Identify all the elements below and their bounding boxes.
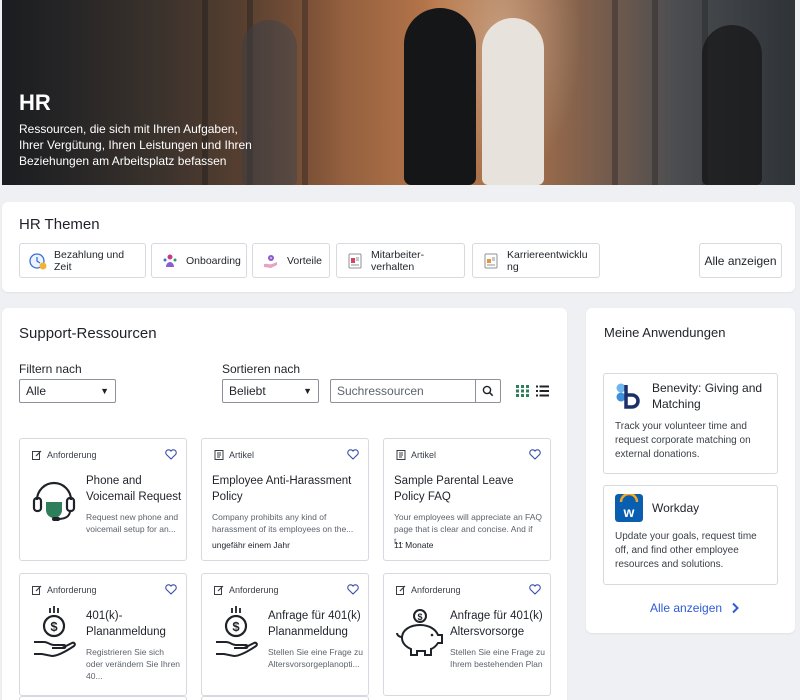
chevron-down-icon: ▼: [303, 386, 312, 396]
resource-type: Artikel: [229, 450, 255, 460]
svg-text:w: w: [623, 504, 635, 520]
piggy-bank-icon: $: [396, 609, 443, 656]
app-name: Workday: [652, 501, 700, 515]
topic-chip-pay-time[interactable]: Bezahlung und Zeit: [19, 243, 146, 278]
my-applications-panel: Meine Anwendungen Benevity: Giving and M…: [586, 308, 795, 633]
search-input[interactable]: Suchressourcen: [330, 379, 476, 403]
clock-money-icon: [29, 252, 47, 270]
topic-chip-label: Vorteile: [287, 254, 323, 267]
show-all-apps-label: Alle anzeigen: [650, 601, 723, 615]
svg-text:$: $: [50, 619, 58, 634]
filter-select[interactable]: Alle ▼: [19, 379, 116, 403]
money-hand-icon: $: [216, 606, 258, 658]
list-view-icon[interactable]: [536, 385, 549, 397]
topic-chip-benefits[interactable]: Vorteile: [252, 243, 330, 278]
show-all-apps-link[interactable]: Alle anzeigen: [650, 601, 742, 615]
heart-icon[interactable]: [529, 584, 541, 595]
edit-icon: [396, 585, 406, 595]
resource-description: Company prohibits any kind of harassment…: [212, 512, 354, 534]
resource-title: Anfrage für 401(k) Plananmeldung: [268, 610, 361, 638]
resource-card[interactable]: [19, 696, 187, 700]
search-button[interactable]: [475, 379, 501, 403]
edit-icon: [214, 585, 224, 595]
topic-chip-career[interactable]: Karriereentwicklung: [472, 243, 600, 278]
resource-title: 401(k)-Plananmeldung: [86, 610, 166, 638]
topic-chip-label: Karriereentwicklung: [507, 248, 588, 273]
resource-type: Anforderung: [229, 585, 279, 595]
resource-age: 11 Monate: [394, 540, 434, 550]
resource-card[interactable]: Anforderung $ Anfrage für 401(k) Plananm…: [201, 573, 369, 696]
topic-chip-conduct[interactable]: Mitarbeiter-verhalten: [336, 243, 465, 278]
sort-select[interactable]: Beliebt ▼: [222, 379, 319, 403]
document-icon: [482, 252, 500, 270]
resource-type: Anforderung: [47, 450, 97, 460]
topic-chip-label: Bezahlung und Zeit: [54, 248, 125, 273]
heart-icon[interactable]: [347, 584, 359, 595]
resource-card[interactable]: Artikel Employee Anti-Harassment Policy …: [201, 438, 369, 561]
resource-description: Stellen Sie eine Frage zu Ihrem bestehen…: [450, 647, 545, 669]
topic-chip-onboarding[interactable]: Onboarding: [151, 243, 247, 278]
grid-view-icon[interactable]: [516, 385, 529, 397]
resource-title: Phone and Voicemail Request: [86, 475, 182, 503]
resource-type: Anforderung: [411, 585, 461, 595]
heart-icon[interactable]: [347, 449, 359, 460]
app-card-workday[interactable]: w Workday Update your goals, request tim…: [603, 485, 778, 585]
benevity-logo-icon: [616, 383, 640, 409]
document-icon: [346, 252, 364, 270]
resource-age: ungefähr einem Jahr: [212, 540, 290, 550]
article-icon: [396, 450, 406, 460]
benefits-icon: [262, 252, 280, 270]
show-all-topics-button[interactable]: Alle anzeigen: [699, 243, 782, 278]
search-icon: [482, 385, 494, 397]
chevron-down-icon: ▼: [100, 386, 109, 396]
resource-title: Sample Parental Leave Policy FAQ: [394, 475, 514, 503]
money-hand-icon: $: [34, 606, 76, 658]
topic-chip-label: Mitarbeiter-verhalten: [371, 248, 425, 273]
resource-description: Registrieren Sie sich oder verändern Sie…: [86, 647, 181, 681]
app-card-benevity[interactable]: Benevity: Giving and Matching Track your…: [603, 373, 778, 474]
edit-icon: [32, 450, 42, 460]
resource-card[interactable]: Anforderung $ Anfrage für 401(k) Altersv…: [383, 573, 551, 696]
app-description: Update your goals, request time off, and…: [615, 531, 757, 570]
svg-text:$: $: [417, 612, 422, 622]
resource-title: Anfrage für 401(k) Altersvorsorge: [450, 610, 543, 638]
svg-text:$: $: [232, 619, 240, 634]
support-heading: Support-Ressourcen: [19, 325, 157, 342]
sort-label: Sortieren nach: [222, 362, 301, 376]
page-title: HR: [19, 90, 51, 115]
heart-icon[interactable]: [529, 449, 541, 460]
edit-icon: [32, 585, 42, 595]
resource-description: Request new phone and voicemail setup fo…: [86, 512, 179, 534]
resource-card[interactable]: Anforderung $ 401(k)-Plananmeldung Regis…: [19, 573, 187, 696]
resource-type: Artikel: [411, 450, 437, 460]
resource-title: Employee Anti-Harassment Policy: [212, 475, 352, 503]
filter-select-value: Alle: [26, 384, 47, 398]
heart-icon[interactable]: [165, 584, 177, 595]
article-icon: [214, 450, 224, 460]
app-name: Benevity: Giving and Matching: [652, 381, 763, 411]
topic-chip-label: Onboarding: [186, 254, 241, 267]
workday-logo-icon: w: [615, 494, 643, 522]
people-icon: [161, 252, 179, 270]
resource-description: Stellen Sie eine Frage zu Altersvorsorge…: [268, 647, 363, 669]
page-subtitle: Ressourcen, die sich mit Ihren Aufgaben,…: [19, 122, 252, 168]
chevron-right-icon: [732, 602, 739, 614]
resource-card[interactable]: Anforderung Phone and Voicemail Request …: [19, 438, 187, 561]
support-resources-panel: Support-Ressourcen Filtern nach Alle ▼ S…: [2, 308, 567, 700]
sort-select-value: Beliebt: [229, 384, 266, 398]
filter-label: Filtern nach: [19, 362, 82, 376]
heart-icon[interactable]: [165, 449, 177, 460]
headset-icon: [32, 481, 76, 521]
resource-type: Anforderung: [47, 585, 97, 595]
hr-topics-panel: HR Themen Bezahlung und Zeit Onboarding …: [2, 202, 795, 292]
resource-card[interactable]: Artikel Sample Parental Leave Policy FAQ…: [383, 438, 551, 561]
hero-banner: HR Ressourcen, die sich mit Ihren Aufgab…: [2, 0, 795, 185]
topics-heading: HR Themen: [19, 216, 100, 233]
resource-card[interactable]: [201, 696, 369, 700]
apps-heading: Meine Anwendungen: [604, 325, 726, 340]
app-description: Track your volunteer time and request co…: [615, 421, 751, 460]
